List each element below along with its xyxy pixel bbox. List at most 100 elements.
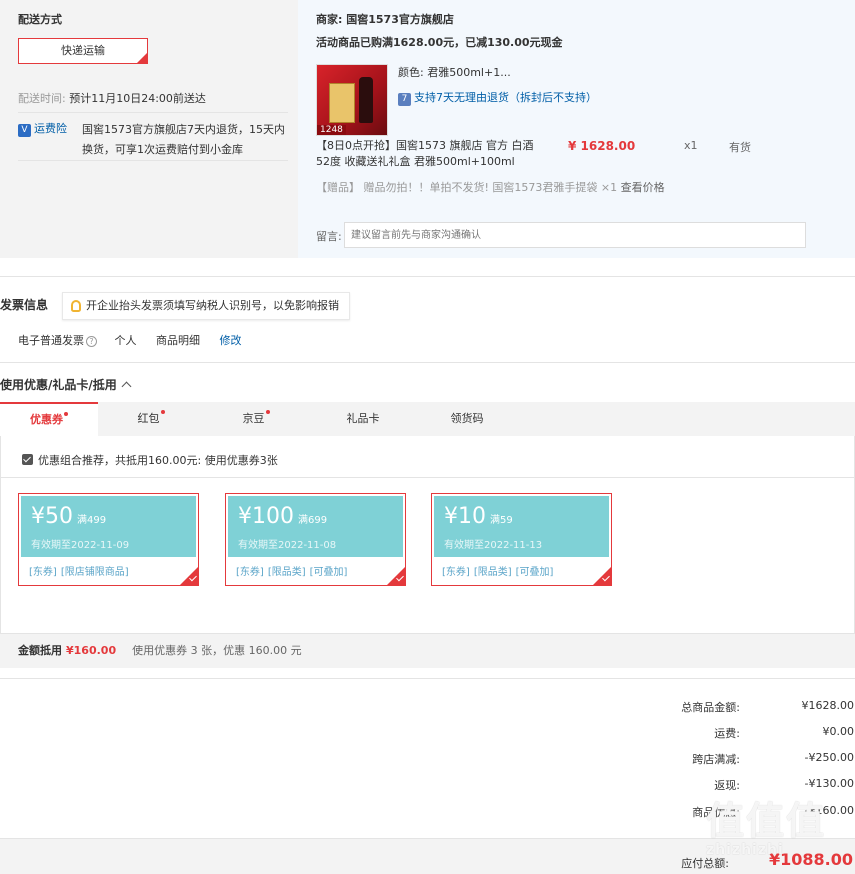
note-label: 留言: xyxy=(316,230,342,243)
coupon-tag: [东券] xyxy=(236,567,264,578)
gift-box-graphic xyxy=(329,83,355,123)
tab-redeem-code[interactable]: 领货码 xyxy=(418,402,516,436)
deduction-label: 金额抵用 xyxy=(18,644,62,657)
total-goods-row: 总商品金额: ¥1628.00 xyxy=(600,699,854,715)
coupon-tag: [限品类] xyxy=(473,567,512,578)
seven-day-return-icon: 7 xyxy=(398,93,411,106)
chevron-up-icon xyxy=(121,381,132,392)
tab-label: 礼品卡 xyxy=(346,412,380,425)
shipping-title: 配送方式 xyxy=(18,13,62,26)
coupon-card[interactable]: ¥100 满699 有效期至2022-11-08 [东券] [限品类] [可叠加] xyxy=(225,493,406,586)
note-input[interactable] xyxy=(344,222,806,248)
view-price-link[interactable]: 查看价格 xyxy=(621,181,665,194)
coupon-tag: [限店铺限商品] xyxy=(60,567,129,578)
shield-icon: V xyxy=(18,124,31,137)
new-dot-icon xyxy=(160,410,165,414)
divider xyxy=(1,477,854,478)
cross-store-discount-row: 跨店满减: -¥250.00 xyxy=(600,751,854,767)
seller-name: 商家: 国窖1573官方旗舰店 xyxy=(316,13,454,26)
coupon-tags: [东券] [限店铺限商品] xyxy=(29,563,133,578)
return-policy-text: 支持7天无理由退货（拆封后不支持） xyxy=(414,91,597,104)
total-value: -¥250.00 xyxy=(804,751,854,764)
invoice-content: 商品明细 xyxy=(156,334,200,347)
invoice-edit-link[interactable]: 修改 xyxy=(220,334,242,347)
gift-line: 【赠品】 赠品勿拍！！单拍不发货! 国窖1573君雅手提袋 ×1 查看价格 xyxy=(316,179,665,195)
product-image[interactable]: 1248 xyxy=(316,64,388,136)
color-value: 君雅500ml+1... xyxy=(427,66,511,79)
recommend-text: 优惠组合推荐，共抵用160.00元: 使用优惠券3张 xyxy=(38,454,278,467)
coupon-expiry: 有效期至2022-11-09 xyxy=(31,540,130,551)
coupon-amount: ¥10 满59 xyxy=(444,504,513,529)
product-image-tag: 1248 xyxy=(317,125,346,135)
delivery-time-label: 配送时间: xyxy=(18,92,66,105)
help-icon[interactable]: ? xyxy=(86,335,97,347)
checkbox-checked-icon xyxy=(22,454,33,465)
total-label: 总商品金额: xyxy=(681,701,740,714)
promo-text: 活动商品已购满1628.00元，已减130.00元现金 xyxy=(316,36,563,49)
coupon-value: ¥50 xyxy=(31,504,73,529)
new-dot-icon xyxy=(64,412,68,416)
lightbulb-icon xyxy=(71,300,81,312)
tab-red-packets[interactable]: 红包 xyxy=(98,402,204,436)
product-stock: 有货 xyxy=(729,141,751,154)
coupon-amount: ¥50 满499 xyxy=(31,504,106,529)
coupon-threshold: 满499 xyxy=(77,515,107,526)
invoice-details: 电子普通发票? 个人 商品明细 修改 xyxy=(18,332,242,348)
selected-corner-icon xyxy=(137,53,147,63)
coupon-card[interactable]: ¥10 满59 有效期至2022-11-13 [东券] [限品类] [可叠加] xyxy=(431,493,612,586)
tab-jd-beans[interactable]: 京豆 xyxy=(204,402,308,436)
express-delivery-button[interactable]: 快递运输 xyxy=(18,38,148,64)
product-price: ¥ 1628.00 xyxy=(568,139,636,153)
product-name[interactable]: 【8日0点开抢】国窖1573 旗舰店 官方 白酒 52度 收藏送礼礼盒 君雅50… xyxy=(316,138,546,170)
coupon-amount: ¥100 满699 xyxy=(238,504,327,529)
invoice-tip: 开企业抬头发票须填写纳税人识别号，以免影响报销 xyxy=(62,292,350,320)
divider xyxy=(18,160,288,161)
divider xyxy=(0,362,855,363)
tab-coupons[interactable]: 优惠券 xyxy=(0,402,98,436)
seller-panel: 商家: 国窖1573官方旗舰店 活动商品已购满1628.00元，已减130.00… xyxy=(298,0,855,258)
gift-prefix: 【赠品】 xyxy=(316,181,360,194)
total-label: 运费: xyxy=(714,727,740,740)
total-value: ¥1628.00 xyxy=(801,699,855,712)
deduction-desc: 使用优惠券 3 张，优惠 160.00 元 xyxy=(132,644,302,657)
coupon-face: ¥100 满699 有效期至2022-11-08 xyxy=(228,496,403,557)
return-policy: 7 支持7天无理由退货（拆封后不支持） xyxy=(398,89,597,106)
divider xyxy=(18,112,288,113)
order-shop-section: 配送方式 快递运输 配送时间: 预计11月10日24:00前送达 V 运费险 国窖… xyxy=(0,0,855,258)
insurance-text: 国窖1573官方旗舰店7天内退货，15天内换货，可享1次运费赔付到小金库 xyxy=(82,123,285,156)
gift-note: 赠品勿拍！！单拍不发货! xyxy=(363,181,489,194)
deduction-summary: 金额抵用 ¥160.00 使用优惠券 3 张，优惠 160.00 元 xyxy=(0,634,855,668)
tab-label: 红包 xyxy=(137,412,160,425)
invoice-holder: 个人 xyxy=(114,334,137,347)
recommend-checkbox[interactable]: 优惠组合推荐，共抵用160.00元: 使用优惠券3张 xyxy=(22,452,278,468)
coupon-card[interactable]: ¥50 满499 有效期至2022-11-09 [东券] [限店铺限商品] xyxy=(18,493,199,586)
coupon-tags: [东券] [限品类] [可叠加] xyxy=(236,563,351,578)
coupon-expiry: 有效期至2022-11-08 xyxy=(238,540,337,551)
discount-tabs: 优惠券 红包 京豆 礼品卡 领货码 xyxy=(0,402,855,436)
bottle-graphic xyxy=(359,77,373,123)
insurance-badge[interactable]: V 运费险 xyxy=(18,120,67,137)
color-label: 颜色: xyxy=(398,66,424,79)
gift-item: 国窖1573君雅手提袋 ×1 xyxy=(492,181,618,194)
total-value: -¥130.00 xyxy=(804,777,854,790)
tab-label: 领货码 xyxy=(450,412,484,425)
invoice-title: 发票信息 xyxy=(0,298,49,312)
shipping-fee-row: 运费: ¥0.00 xyxy=(600,725,854,741)
delivery-time: 配送时间: 预计11月10日24:00前送达 xyxy=(18,90,206,106)
tab-label: 京豆 xyxy=(242,412,265,425)
coupon-face: ¥50 满499 有效期至2022-11-09 xyxy=(21,496,196,557)
discount-section-title[interactable]: 使用优惠/礼品卡/抵用 xyxy=(0,376,132,393)
invoice-tip-text: 开企业抬头发票须填写纳税人识别号，以免影响报销 xyxy=(86,299,339,312)
total-label: 跨店满减: xyxy=(692,753,740,766)
coupon-value: ¥10 xyxy=(444,504,486,529)
new-dot-icon xyxy=(265,410,270,414)
watermark-site: zhizhizhi xyxy=(706,842,784,858)
tab-gift-card[interactable]: 礼品卡 xyxy=(308,402,418,436)
product-quantity: x1 xyxy=(684,139,698,152)
coupon-expiry: 有效期至2022-11-13 xyxy=(444,540,543,551)
invoice-type: 电子普通发票 xyxy=(18,334,84,347)
divider xyxy=(0,678,855,679)
coupon-tag: [可叠加] xyxy=(515,567,554,578)
tab-label: 优惠券 xyxy=(30,413,63,426)
coupon-tags: [东券] [限品类] [可叠加] xyxy=(442,563,557,578)
